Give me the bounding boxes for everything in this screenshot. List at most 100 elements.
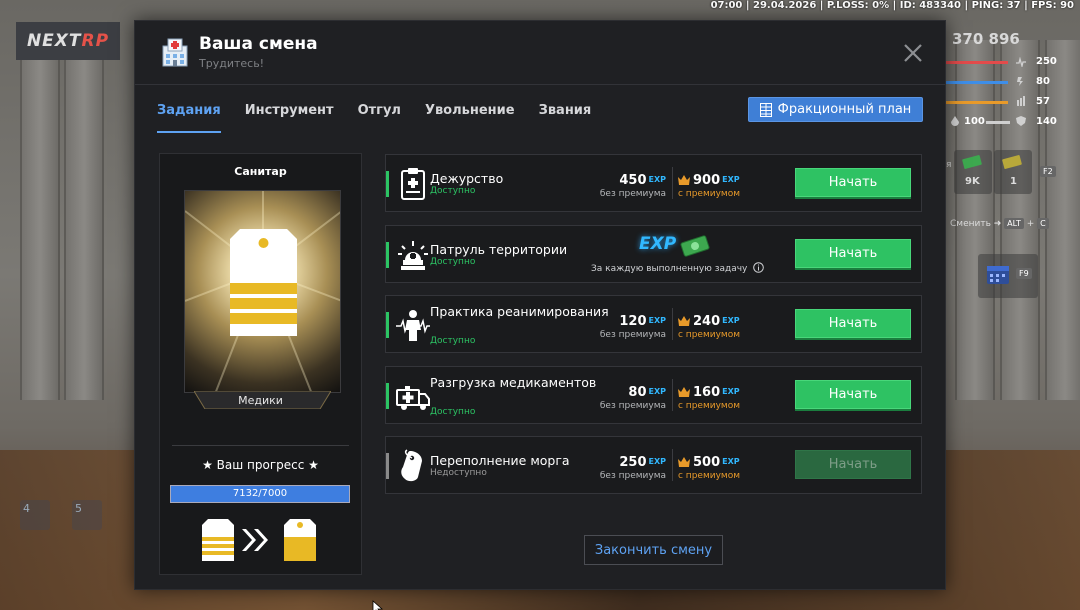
server-logo: NEXT RP	[16, 22, 120, 60]
tab-bar: Задания Инструмент Отгул Увольнение Зван…	[157, 103, 615, 133]
rank-category: Медики	[238, 394, 283, 407]
status-bar: 07:00 | 29.04.2026 | P.LOSS: 0% | ID: 48…	[710, 0, 1074, 11]
task-row: Практика реанимирования Доступно 120 EXP …	[385, 295, 922, 353]
reward-divider	[672, 167, 673, 199]
reward-divider	[672, 308, 673, 340]
spreadsheet-icon	[759, 102, 772, 117]
task-status: Доступно	[430, 407, 476, 417]
locker	[64, 40, 104, 400]
reanimation-icon	[396, 310, 430, 341]
exp-note: без премиума	[599, 471, 666, 481]
exp-tag: EXP	[722, 457, 740, 466]
epaulette-icon	[185, 191, 340, 392]
ammo-value: 57	[1036, 96, 1050, 107]
task-row: Разгрузка медикаментов Доступно 80 EXP бе…	[385, 366, 922, 424]
calendar-icon	[987, 266, 1009, 284]
premium-exp-note: с премиумом	[678, 401, 740, 411]
start-button[interactable]: Начать	[795, 309, 911, 338]
cash-icon	[680, 235, 710, 257]
shift-modal: Ваша смена Трудитесь! Задания Инструмент…	[134, 20, 946, 590]
premium-exp-note: с премиумом	[678, 189, 740, 199]
reward-premium: 240 EXP с премиумом	[678, 310, 740, 340]
premium-exp-amount: 160	[693, 385, 721, 400]
armor-icon	[1017, 77, 1023, 86]
premium-exp-amount: 900	[693, 173, 721, 188]
player-hud: 370 896 250 80 57 100 140 я 9K 1 F2 Смен…	[946, 20, 1080, 300]
finish-shift-button[interactable]: Закончить смену	[584, 535, 723, 565]
cash-counter: 9K	[954, 150, 992, 194]
switch-hint: Сменить ➜ ALT + C	[950, 218, 1049, 229]
premium-exp-note: с премиумом	[678, 330, 740, 340]
locker	[20, 40, 60, 400]
faction-plan-label: Фракционный план	[777, 102, 912, 117]
special-note: За каждую выполненную задачу	[591, 262, 765, 274]
exp-amount: 80	[628, 385, 647, 400]
exp-amount: 120	[619, 314, 647, 329]
ghost-slot: 4	[20, 500, 50, 530]
exp-amount: 250	[619, 455, 647, 470]
task-row: Переполнение морга Недоступно 250 EXP без…	[385, 436, 922, 494]
rank-name: Санитар	[234, 165, 287, 178]
coupon-count: 1	[1010, 176, 1017, 187]
start-button[interactable]: Начать	[795, 168, 911, 197]
switch-label: Сменить	[950, 219, 991, 229]
shield-icon	[1016, 116, 1026, 126]
stat-100-bar	[986, 121, 1010, 124]
task-row: Дежурство Доступно 450 EXP без премиума 9…	[385, 154, 922, 212]
premium-exp-amount: 500	[693, 455, 721, 470]
hospital-icon	[162, 38, 188, 67]
reward-standard: 250 EXP без премиума	[596, 451, 666, 481]
reward-premium: 900 EXP с премиумом	[678, 169, 740, 199]
calendar-widget: F9	[978, 254, 1038, 298]
stat-100-value: 100	[964, 116, 985, 127]
task-status-accent	[386, 312, 389, 338]
key-hint-c: C	[1037, 218, 1049, 229]
exp-note: без премиума	[599, 401, 666, 411]
ambulance-siren-icon	[398, 241, 428, 270]
exp-note: без премиума	[599, 330, 666, 340]
task-status-accent	[386, 383, 389, 409]
armor-value: 80	[1036, 76, 1050, 87]
cash-icon	[962, 155, 982, 169]
task-status-accent	[386, 171, 389, 197]
ghost-slot: 5	[72, 500, 102, 530]
logo-text-next: NEXT	[26, 31, 82, 51]
next-epaulette-icon	[284, 519, 316, 561]
coupon-counter: 1	[994, 150, 1032, 194]
task-name: Дежурство	[430, 171, 504, 186]
tab-dismissal[interactable]: Увольнение	[425, 103, 515, 133]
tab-day-off[interactable]: Отгул	[358, 103, 401, 133]
task-row: Патруль территории Доступно EXP За кажду…	[385, 225, 922, 283]
task-name: Переполнение морга	[430, 453, 570, 468]
start-button[interactable]: Начать	[795, 239, 911, 268]
money-display: 370 896	[952, 30, 1020, 48]
heart-rate-icon	[1016, 57, 1026, 67]
info-icon[interactable]	[753, 262, 765, 273]
exp-tag: EXP	[648, 387, 667, 396]
divider	[172, 445, 349, 446]
health-value: 250	[1036, 56, 1057, 67]
tab-tools[interactable]: Инструмент	[245, 103, 334, 133]
health-bar	[946, 61, 1008, 64]
task-status-accent	[386, 242, 389, 268]
progress-text: 7132/7000	[232, 488, 288, 499]
close-icon[interactable]	[901, 41, 925, 65]
task-name: Практика реанимирования	[430, 304, 609, 319]
crown-icon	[678, 175, 690, 185]
tab-ranks[interactable]: Звания	[539, 103, 592, 133]
tab-tasks[interactable]: Задания	[157, 103, 221, 133]
key-hint-alt: ALT	[1004, 218, 1024, 229]
hud-side-letter: я	[946, 160, 952, 170]
task-status: Недоступно	[430, 468, 487, 478]
shield-value: 140	[1036, 116, 1057, 127]
start-button[interactable]: Начать	[795, 380, 911, 409]
ammo-icon	[1017, 96, 1025, 106]
drop-icon	[951, 116, 959, 126]
faction-plan-button[interactable]: Фракционный план	[748, 97, 923, 122]
reward-premium: 160 EXP с премиумом	[678, 381, 740, 411]
modal-header: Ваша смена Трудитесь!	[135, 21, 945, 85]
task-name: Разгрузка медикаментов	[430, 375, 597, 390]
ammo-bar	[946, 101, 1008, 104]
reward-divider	[672, 449, 673, 481]
logo-text-rp: RP	[81, 31, 110, 51]
